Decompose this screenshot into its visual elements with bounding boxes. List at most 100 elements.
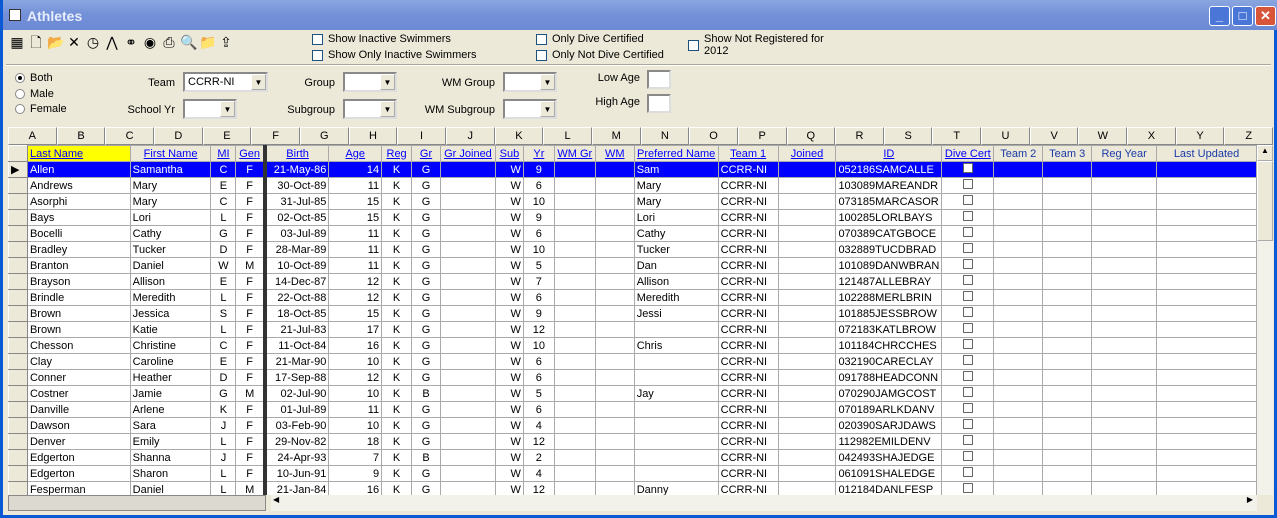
table-cell[interactable] xyxy=(439,305,496,322)
table-cell[interactable] xyxy=(594,465,635,482)
table-cell[interactable]: CCRR-NI xyxy=(717,417,779,434)
open-icon[interactable]: 📂 xyxy=(47,33,64,51)
table-cell[interactable]: L xyxy=(210,481,237,495)
table-cell[interactable]: CCRR-NI xyxy=(717,209,779,226)
table-cell[interactable] xyxy=(1042,337,1093,354)
table-cell[interactable]: 103089MAREANDR xyxy=(835,177,943,194)
table-cell[interactable]: 070189ARLKDANV xyxy=(835,401,943,418)
table-row[interactable]: Edgerton Shanna J F 24-Apr-93 7 K B W 2 CCRR-NI 042… xyxy=(8,449,1257,466)
table-cell[interactable]: F xyxy=(235,433,267,450)
table-cell[interactable] xyxy=(777,369,837,386)
table-cell[interactable]: W xyxy=(494,289,524,306)
table-cell[interactable] xyxy=(993,241,1044,258)
table-cell[interactable] xyxy=(633,369,719,386)
table-cell[interactable]: K xyxy=(381,385,413,402)
table-cell[interactable] xyxy=(1156,289,1257,306)
table-cell[interactable]: M xyxy=(235,481,267,495)
table-cell[interactable] xyxy=(439,289,496,306)
table-cell[interactable]: CCRR-NI xyxy=(717,193,779,210)
table-cell[interactable]: 15 xyxy=(328,209,383,226)
table-cell[interactable]: M xyxy=(235,257,267,274)
table-cell[interactable] xyxy=(993,177,1044,194)
table-cell[interactable]: Brayson xyxy=(26,273,131,290)
table-cell[interactable]: 6 xyxy=(522,289,555,306)
table-cell[interactable] xyxy=(1091,273,1158,290)
table-cell[interactable]: K xyxy=(381,433,413,450)
column-letter[interactable]: Y xyxy=(1175,127,1225,145)
table-cell[interactable] xyxy=(439,369,496,386)
table-cell[interactable]: G xyxy=(411,257,441,274)
table-cell[interactable] xyxy=(1091,401,1158,418)
table-cell[interactable]: L xyxy=(210,321,237,338)
table-cell[interactable] xyxy=(439,177,496,194)
table-cell[interactable] xyxy=(439,481,496,495)
table-cell[interactable]: Meredith xyxy=(633,289,719,306)
table-cell[interactable] xyxy=(1042,161,1093,178)
table-cell[interactable]: 10-Oct-89 xyxy=(264,257,330,274)
table-cell[interactable] xyxy=(777,225,837,242)
table-cell[interactable]: Bocelli xyxy=(26,225,131,242)
dive-cert-checkbox[interactable] xyxy=(941,273,995,290)
column-letter[interactable]: L xyxy=(543,127,592,145)
table-cell[interactable]: 11 xyxy=(328,401,383,418)
table-row[interactable]: Clay Caroline E F 21-Mar-90 10 K G W 6 CCRR-NI 0321… xyxy=(8,353,1257,370)
table-cell[interactable] xyxy=(993,337,1044,354)
table-cell[interactable] xyxy=(777,209,837,226)
table-cell[interactable] xyxy=(594,257,635,274)
table-cell[interactable] xyxy=(1091,193,1158,210)
table-cell[interactable] xyxy=(1156,433,1257,450)
table-cell[interactable]: W xyxy=(494,369,524,386)
table-row[interactable]: Brown Katie L F 21-Jul-83 17 K G W 12 CCRR-NI 07218… xyxy=(8,321,1257,338)
table-cell[interactable]: 102288MERLBRIN xyxy=(835,289,943,306)
table-cell[interactable] xyxy=(594,369,635,386)
table-row[interactable]: Bocelli Cathy G F 03-Jul-89 11 K G W 6 Cathy CCRR-N… xyxy=(8,225,1257,242)
table-cell[interactable]: K xyxy=(381,273,413,290)
table-cell[interactable]: W xyxy=(494,161,524,178)
table-cell[interactable]: CCRR-NI xyxy=(717,305,779,322)
column-letter[interactable]: X xyxy=(1127,127,1176,145)
export-icon[interactable]: ⇪ xyxy=(218,33,234,51)
table-cell[interactable]: Mary xyxy=(633,193,719,210)
table-cell[interactable] xyxy=(1156,465,1257,482)
table-cell[interactable]: Fesperman xyxy=(26,481,131,495)
table-cell[interactable]: F xyxy=(235,337,267,354)
table-cell[interactable]: 11 xyxy=(328,241,383,258)
table-cell[interactable]: K xyxy=(381,225,413,242)
table-cell[interactable] xyxy=(993,369,1044,386)
table-cell[interactable] xyxy=(777,241,837,258)
table-cell[interactable]: CCRR-NI xyxy=(717,289,779,306)
table-cell[interactable] xyxy=(1042,481,1093,495)
table-cell[interactable]: Andrews xyxy=(26,177,131,194)
table-cell[interactable] xyxy=(1156,417,1257,434)
table-cell[interactable] xyxy=(777,401,837,418)
table-cell[interactable] xyxy=(553,433,596,450)
table-cell[interactable]: 052186SAMCALLE xyxy=(835,161,943,178)
school-yr-select[interactable]: ▼ xyxy=(183,99,237,119)
table-cell[interactable]: Daniel xyxy=(129,257,212,274)
table-cell[interactable]: W xyxy=(494,273,524,290)
table-cell[interactable]: Samantha xyxy=(129,161,212,178)
column-letter[interactable]: M xyxy=(591,127,641,145)
table-cell[interactable] xyxy=(594,289,635,306)
table-cell[interactable]: CCRR-NI xyxy=(717,161,779,178)
table-row[interactable]: Dawson Sara J F 03-Feb-90 10 K G W 4 CCRR-NI 020390… xyxy=(8,417,1257,434)
table-cell[interactable] xyxy=(1091,321,1158,338)
table-cell[interactable]: 032889TUCDBRAD xyxy=(835,241,943,258)
table-cell[interactable]: K xyxy=(381,161,413,178)
show-only-inactive-checkbox[interactable]: Show Only Inactive Swimmers xyxy=(312,49,477,61)
table-cell[interactable]: Lori xyxy=(129,209,212,226)
table-cell[interactable]: K xyxy=(381,369,413,386)
table-cell[interactable] xyxy=(777,481,837,495)
dive-cert-checkbox[interactable] xyxy=(941,385,995,402)
table-cell[interactable] xyxy=(594,209,635,226)
table-cell[interactable] xyxy=(594,433,635,450)
table-cell[interactable] xyxy=(633,401,719,418)
table-cell[interactable]: 15 xyxy=(328,305,383,322)
table-cell[interactable] xyxy=(594,321,635,338)
table-cell[interactable]: Brindle xyxy=(26,289,131,306)
row-selector[interactable] xyxy=(8,225,28,242)
table-cell[interactable] xyxy=(439,161,496,178)
table-cell[interactable]: J xyxy=(210,417,237,434)
row-selector[interactable]: ▶ xyxy=(8,161,28,178)
table-row[interactable]: Brayson Allison E F 14-Dec-87 12 K G W 7 Allison CC… xyxy=(8,273,1257,290)
